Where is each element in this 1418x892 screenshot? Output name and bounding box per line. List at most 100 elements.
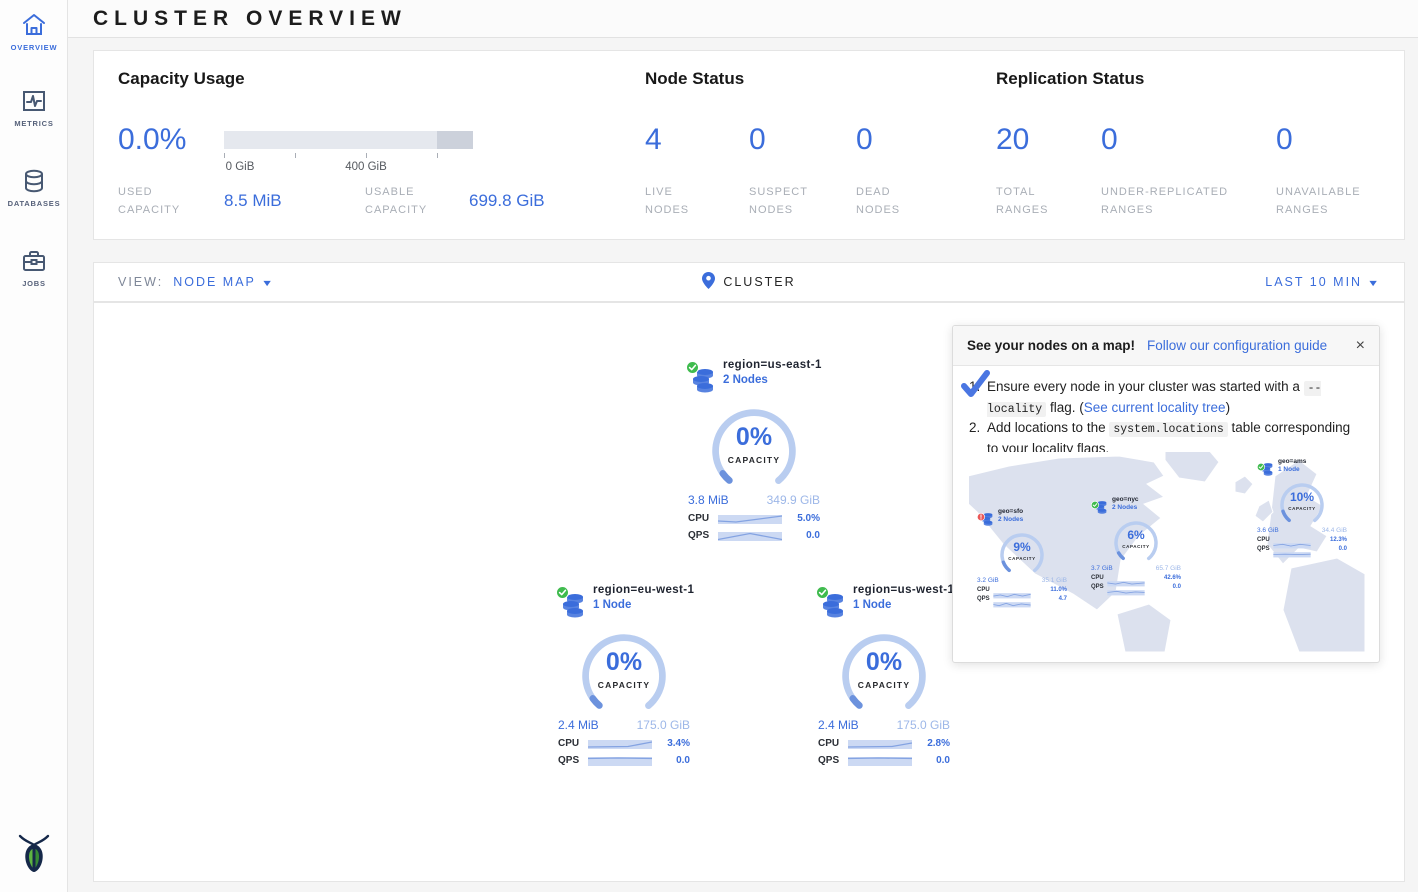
used-value: 3.2 GiB	[977, 577, 999, 584]
capacity-percent: 6%	[1111, 528, 1161, 542]
cockroach-logo[interactable]	[14, 832, 54, 874]
live-nodes-label: LIVE	[645, 186, 673, 198]
popup-title: See your nodes on a map!	[967, 338, 1135, 353]
example-node-map-image: geo=sfo 2 Nodes 9% CAPACITY 3.2 GiB 35.1…	[969, 452, 1365, 652]
sidebar-item-label: METRICS	[0, 119, 68, 128]
sidebar-item-label: DATABASES	[0, 199, 68, 208]
sidebar-item-metrics[interactable]: METRICS	[0, 88, 68, 128]
breadcrumb[interactable]: CLUSTER	[723, 275, 795, 289]
region-label: geo=ams	[1278, 458, 1306, 465]
cpu-value: 5.0%	[782, 513, 820, 524]
sidebar: OVERVIEW METRICS DATABASES JOBS	[0, 0, 68, 892]
view-selector-dropdown[interactable]: NODE MAP▼	[173, 275, 274, 289]
sidebar-item-label: JOBS	[0, 279, 68, 288]
cpu-value: 11.0%	[1031, 587, 1067, 593]
nodes-stack-icon	[1094, 500, 1108, 514]
usable-capacity-value: 699.8 GiB	[469, 191, 545, 211]
capacity-usage-title: Capacity Usage	[118, 69, 245, 89]
cpu-sparkline	[718, 512, 782, 524]
capacity-bar-reserved-segment	[437, 131, 473, 149]
qps-label: QPS	[688, 530, 718, 541]
node-status-title: Node Status	[645, 69, 744, 89]
cluster-summary-panel: Capacity Usage 0.0% 0 GiB 400 GiB USEDCA…	[93, 50, 1405, 240]
unavailable-ranges-label: UNAVAILABLE	[1276, 186, 1361, 198]
cpu-label: CPU	[818, 738, 848, 749]
home-icon	[21, 12, 47, 38]
status-ok-icon	[816, 586, 829, 599]
capacity-percent: 0%	[836, 648, 932, 677]
node-map-panel: region=us-east-1 2 Nodes 0% CAPACITY 3.8…	[93, 302, 1405, 882]
used-value: 3.6 GiB	[1257, 527, 1279, 534]
configuration-guide-link[interactable]: Follow our configuration guide	[1147, 338, 1327, 353]
region-label: region=us-east-1	[723, 359, 822, 371]
used-capacity-value: 8.5 MiB	[224, 191, 282, 211]
status-warning-icon	[977, 508, 985, 516]
sidebar-item-overview[interactable]: OVERVIEW	[0, 12, 68, 52]
capacity-gauge: 6% CAPACITY	[1111, 518, 1161, 562]
node-card-eu-west-1[interactable]: region=eu-west-1 1 Node 0% CAPACITY 2.4 …	[556, 584, 692, 766]
suspect-nodes-value: 0	[749, 123, 766, 157]
sidebar-item-label: OVERVIEW	[0, 43, 68, 52]
cpu-label: CPU	[1091, 575, 1107, 581]
titlebar: CLUSTER OVERVIEW	[68, 0, 1418, 38]
nodes-stack-icon	[820, 592, 846, 618]
cpu-sparkline	[993, 586, 1031, 593]
capacity-label: CAPACITY	[706, 455, 802, 465]
cpu-sparkline	[1273, 536, 1311, 543]
status-ok-icon	[686, 361, 699, 374]
qps-value: 4.7	[1031, 596, 1067, 602]
status-ok-icon	[1257, 458, 1265, 466]
system-locations-code: system.locations	[1109, 422, 1227, 437]
unavailable-ranges-value: 0	[1276, 123, 1293, 157]
node-count: 1 Node	[1278, 466, 1306, 473]
mini-node-card-ams: geo=ams 1 Node 10% CAPACITY 3.6 GiB 34.4…	[1257, 458, 1347, 552]
capacity-percent: 9%	[997, 540, 1047, 554]
node-count: 2 Nodes	[723, 374, 822, 386]
page-title: CLUSTER OVERVIEW	[93, 7, 407, 31]
location-pin-icon	[702, 272, 715, 292]
cpu-value: 42.6%	[1145, 575, 1181, 581]
qps-sparkline	[1107, 583, 1145, 590]
usable-capacity-label: USABLE	[365, 186, 414, 198]
axis-tick	[224, 153, 225, 158]
sidebar-item-jobs[interactable]: JOBS	[0, 248, 68, 288]
status-ok-icon	[556, 586, 569, 599]
suspect-nodes-label: SUSPECT	[749, 186, 808, 198]
view-toolbar: VIEW: NODE MAP▼ CLUSTER LAST 10 MIN▼	[93, 262, 1405, 302]
dead-nodes-label: DEAD	[856, 186, 891, 198]
main-content: CLUSTER OVERVIEW Capacity Usage 0.0% 0 G…	[68, 0, 1418, 892]
node-count: 1 Node	[853, 599, 954, 611]
cluster-overview-page: OVERVIEW METRICS DATABASES JOBS	[0, 0, 1418, 892]
capacity-percent: 10%	[1277, 490, 1327, 504]
locality-tree-link[interactable]: See current locality tree	[1084, 400, 1226, 415]
node-card-us-west-1[interactable]: region=us-west-1 1 Node 0% CAPACITY 2.4 …	[816, 584, 952, 766]
axis-tick	[437, 153, 438, 158]
nodes-stack-icon	[980, 512, 994, 526]
nodes-stack-icon	[690, 367, 716, 393]
close-icon[interactable]: ×	[1356, 337, 1365, 355]
region-label: region=eu-west-1	[593, 584, 694, 596]
mini-node-card-nyc: geo=nyc 2 Nodes 6% CAPACITY 3.7 GiB 65.7…	[1091, 496, 1181, 590]
sidebar-item-databases[interactable]: DATABASES	[0, 168, 68, 208]
chevron-down-icon: ▼	[261, 278, 276, 288]
node-count: 2 Nodes	[1112, 504, 1139, 511]
capacity-percent: 0%	[706, 423, 802, 452]
under-replicated-ranges-label: UNDER-REPLICATED	[1101, 186, 1228, 198]
total-ranges-value: 20	[996, 123, 1029, 157]
region-label: geo=sfo	[998, 508, 1023, 515]
metrics-icon	[21, 88, 47, 114]
capacity-label: CAPACITY	[1111, 544, 1161, 549]
live-nodes-value: 4	[645, 123, 662, 157]
node-card-us-east-1[interactable]: region=us-east-1 2 Nodes 0% CAPACITY 3.8…	[686, 359, 822, 541]
qps-sparkline	[993, 595, 1031, 602]
qps-label: QPS	[1091, 584, 1107, 590]
capacity-gauge: 10% CAPACITY	[1277, 480, 1327, 524]
axis-tick-label: 400 GiB	[345, 161, 387, 173]
dead-nodes-value: 0	[856, 123, 873, 157]
qps-label: QPS	[558, 755, 588, 766]
cpu-label: CPU	[977, 587, 993, 593]
node-map-setup-popup: See your nodes on a map! Follow our conf…	[952, 325, 1380, 663]
time-range-dropdown[interactable]: LAST 10 MIN▼	[1265, 275, 1380, 289]
capacity-label: CAPACITY	[836, 680, 932, 690]
capacity-used-percent: 0.0%	[118, 123, 186, 157]
